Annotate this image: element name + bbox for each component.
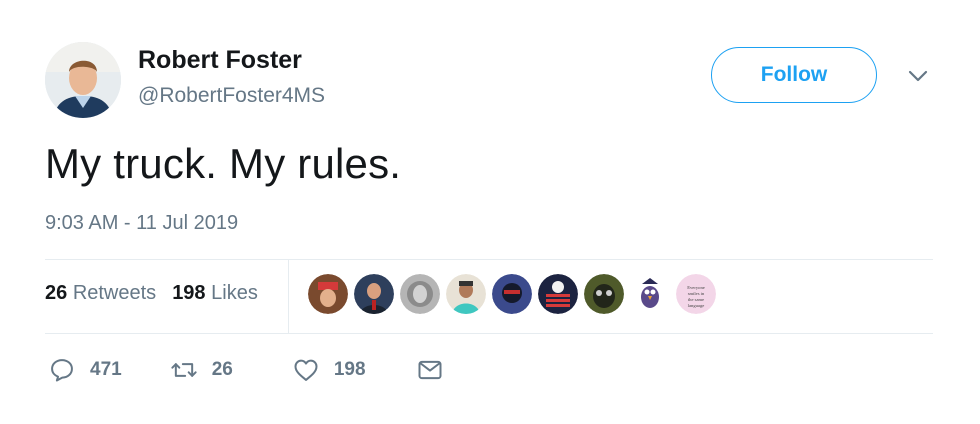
liker-avatar-2[interactable] — [354, 274, 394, 314]
retweet-icon — [171, 363, 197, 377]
envelope-icon — [418, 360, 442, 380]
liker-avatar-8[interactable] — [630, 274, 670, 314]
reply-count: 471 — [90, 359, 122, 380]
svg-text:smiles in: smiles in — [688, 291, 705, 296]
likers-avatars: Everyone smiles in the same language — [308, 274, 716, 314]
divider-bottom — [45, 333, 933, 334]
stats-separator — [288, 259, 289, 333]
retweets-stat[interactable]: 26 Retweets — [45, 282, 156, 305]
reply-icon — [51, 359, 73, 382]
liker-avatar-1[interactable] — [308, 274, 348, 314]
liker-avatar-7[interactable] — [584, 274, 624, 314]
svg-text:the same: the same — [688, 297, 704, 302]
liker-avatar-6[interactable] — [538, 274, 578, 314]
retweets-count: 26 — [45, 282, 68, 304]
svg-text:language: language — [688, 303, 705, 308]
liker-avatar-9[interactable]: Everyone smiles in the same language — [676, 274, 716, 314]
reply-button[interactable]: 471 — [48, 356, 122, 384]
retweet-button[interactable]: 26 — [170, 356, 233, 384]
tweet-stats: 26 Retweets 198 Likes — [45, 282, 258, 305]
direct-message-button[interactable] — [416, 356, 444, 384]
likes-count: 198 — [172, 282, 206, 304]
liker-avatar-4[interactable] — [446, 274, 486, 314]
chevron-down-icon[interactable] — [905, 66, 931, 86]
tweet-text: My truck. My rules. — [45, 140, 402, 187]
heart-icon — [294, 359, 318, 381]
profile-photo-icon — [45, 42, 121, 118]
retweets-label: Retweets — [72, 282, 157, 304]
follow-button[interactable]: Follow — [711, 47, 877, 103]
retweet-count: 26 — [211, 359, 233, 380]
tweet-actions: 471 26 198 — [48, 356, 444, 384]
liker-avatar-3[interactable] — [400, 274, 440, 314]
like-count: 198 — [333, 359, 366, 380]
divider-top — [45, 259, 933, 260]
like-button[interactable]: 198 — [292, 356, 366, 384]
liker-avatar-5[interactable] — [492, 274, 532, 314]
svg-text:Everyone: Everyone — [687, 285, 705, 290]
likes-stat[interactable]: 198 Likes — [172, 282, 258, 305]
user-name[interactable]: Robert Foster — [138, 46, 302, 75]
tweet-timestamp[interactable]: 9:03 AM - 11 Jul 2019 — [45, 212, 238, 235]
likes-label: Likes — [211, 282, 258, 304]
user-handle[interactable]: @RobertFoster4MS — [138, 84, 325, 108]
profile-avatar[interactable] — [45, 42, 121, 118]
